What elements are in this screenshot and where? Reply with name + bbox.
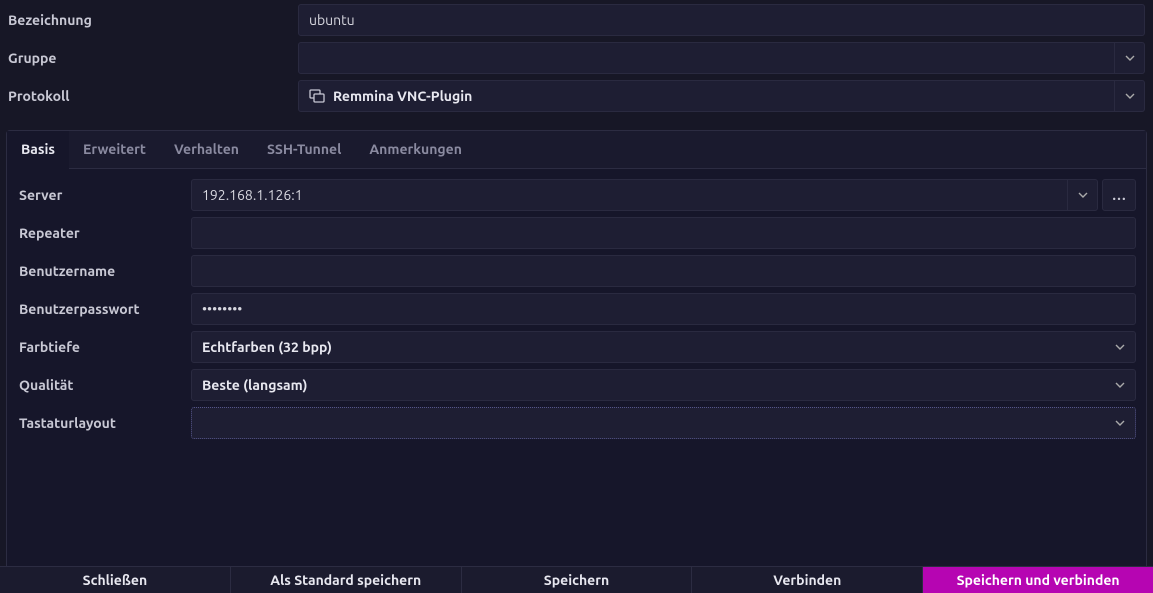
- colordepth-select[interactable]: Echtfarben (32 bpp): [191, 331, 1136, 363]
- connect-button[interactable]: Verbinden: [692, 567, 923, 593]
- repeater-input[interactable]: [191, 217, 1136, 249]
- chevron-down-icon[interactable]: [1105, 418, 1135, 428]
- save-default-button[interactable]: Als Standard speichern: [231, 567, 462, 593]
- close-button[interactable]: Schließen: [0, 567, 231, 593]
- protocol-value: Remmina VNC-Plugin: [333, 88, 472, 104]
- quality-value: Beste (langsam): [192, 377, 1105, 393]
- tab-basis[interactable]: Basis: [7, 131, 69, 169]
- chevron-down-icon[interactable]: [1114, 43, 1144, 73]
- chevron-down-icon[interactable]: [1067, 180, 1097, 210]
- tab-anmerkungen[interactable]: Anmerkungen: [355, 131, 476, 168]
- chevron-down-icon[interactable]: [1105, 380, 1135, 390]
- tab-panel: Basis Erweitert Verhalten SSH-Tunnel Anm…: [6, 130, 1147, 572]
- keyboard-label: Tastaturlayout: [17, 415, 191, 431]
- group-combo[interactable]: [298, 42, 1145, 74]
- chevron-down-icon[interactable]: [1114, 81, 1144, 111]
- password-input[interactable]: [191, 293, 1136, 325]
- username-label: Benutzername: [17, 263, 191, 279]
- colordepth-label: Farbtiefe: [17, 339, 191, 355]
- server-label: Server: [17, 187, 191, 203]
- remote-screen-icon: [309, 88, 325, 104]
- group-label: Gruppe: [8, 50, 298, 66]
- protocol-label: Protokoll: [8, 88, 298, 104]
- server-combo[interactable]: [191, 179, 1098, 211]
- repeater-label: Repeater: [17, 225, 191, 241]
- bottom-bar: Schließen Als Standard speichern Speiche…: [0, 566, 1153, 593]
- protocol-combo[interactable]: Remmina VNC-Plugin: [298, 80, 1145, 112]
- tab-erweitert[interactable]: Erweitert: [69, 131, 160, 168]
- quality-label: Qualität: [17, 377, 191, 393]
- password-label: Benutzerpasswort: [17, 301, 191, 317]
- name-label: Bezeichnung: [8, 12, 298, 28]
- server-input[interactable]: [192, 179, 1067, 211]
- save-button[interactable]: Speichern: [462, 567, 693, 593]
- tab-bar: Basis Erweitert Verhalten SSH-Tunnel Anm…: [7, 131, 1146, 169]
- colordepth-value: Echtfarben (32 bpp): [192, 339, 1105, 355]
- quality-select[interactable]: Beste (langsam): [191, 369, 1136, 401]
- username-input[interactable]: [191, 255, 1136, 287]
- name-input[interactable]: [298, 4, 1145, 36]
- keyboard-select[interactable]: [191, 407, 1136, 439]
- server-browse-button[interactable]: …: [1102, 179, 1136, 211]
- tab-content-basis: Server … Repeater Benutzername Benutzerp…: [7, 169, 1146, 571]
- tab-sshtunnel[interactable]: SSH-Tunnel: [253, 131, 355, 168]
- tab-verhalten[interactable]: Verhalten: [160, 131, 253, 168]
- save-connect-button[interactable]: Speichern und verbinden: [923, 567, 1153, 593]
- chevron-down-icon[interactable]: [1105, 342, 1135, 352]
